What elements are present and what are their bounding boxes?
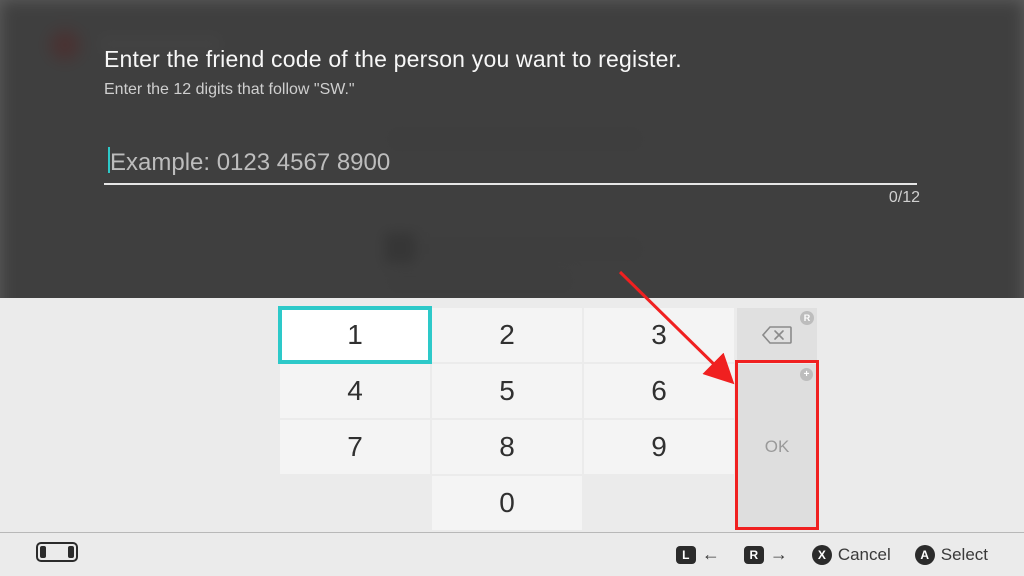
key-0[interactable]: 0 bbox=[432, 476, 582, 530]
page-title: Enter the friend code of the person you … bbox=[104, 46, 920, 73]
key-3[interactable]: 3 bbox=[584, 308, 734, 362]
hint-r-right: R → bbox=[744, 544, 788, 565]
plus-button-badge: + bbox=[800, 368, 813, 381]
text-cursor bbox=[108, 147, 110, 173]
key-8[interactable]: 8 bbox=[432, 420, 582, 474]
key-6[interactable]: 6 bbox=[584, 364, 734, 418]
right-arrow-icon: → bbox=[770, 544, 788, 565]
char-counter: 0/12 bbox=[889, 189, 920, 207]
key-9[interactable]: 9 bbox=[584, 420, 734, 474]
left-arrow-icon: ← bbox=[702, 544, 720, 565]
backspace-icon bbox=[762, 326, 792, 344]
key-7[interactable]: 7 bbox=[280, 420, 430, 474]
select-label: Select bbox=[941, 545, 988, 565]
key-4[interactable]: 4 bbox=[280, 364, 430, 418]
a-button-icon: A bbox=[915, 545, 935, 565]
ok-label: OK bbox=[765, 437, 790, 457]
cancel-label: Cancel bbox=[838, 545, 891, 565]
key-2[interactable]: 2 bbox=[432, 308, 582, 362]
l-button-icon: L bbox=[676, 546, 696, 564]
hint-cancel[interactable]: X Cancel bbox=[812, 545, 891, 565]
page-subtitle: Enter the 12 digits that follow "SW." bbox=[104, 81, 920, 99]
controller-icon bbox=[36, 542, 78, 562]
numeric-keypad: 1 2 3 4 5 6 7 8 9 0 bbox=[280, 308, 734, 530]
hint-select[interactable]: A Select bbox=[915, 545, 988, 565]
hint-l-left: L ← bbox=[676, 544, 720, 565]
r-button-icon: R bbox=[744, 546, 764, 564]
backspace-key[interactable]: R bbox=[737, 308, 817, 362]
x-button-icon: X bbox=[812, 545, 832, 565]
ok-key[interactable]: OK + bbox=[737, 364, 817, 530]
friend-code-input[interactable] bbox=[104, 145, 917, 185]
key-5[interactable]: 5 bbox=[432, 364, 582, 418]
key-1[interactable]: 1 bbox=[280, 308, 430, 362]
r-shoulder-badge: R bbox=[800, 311, 814, 325]
